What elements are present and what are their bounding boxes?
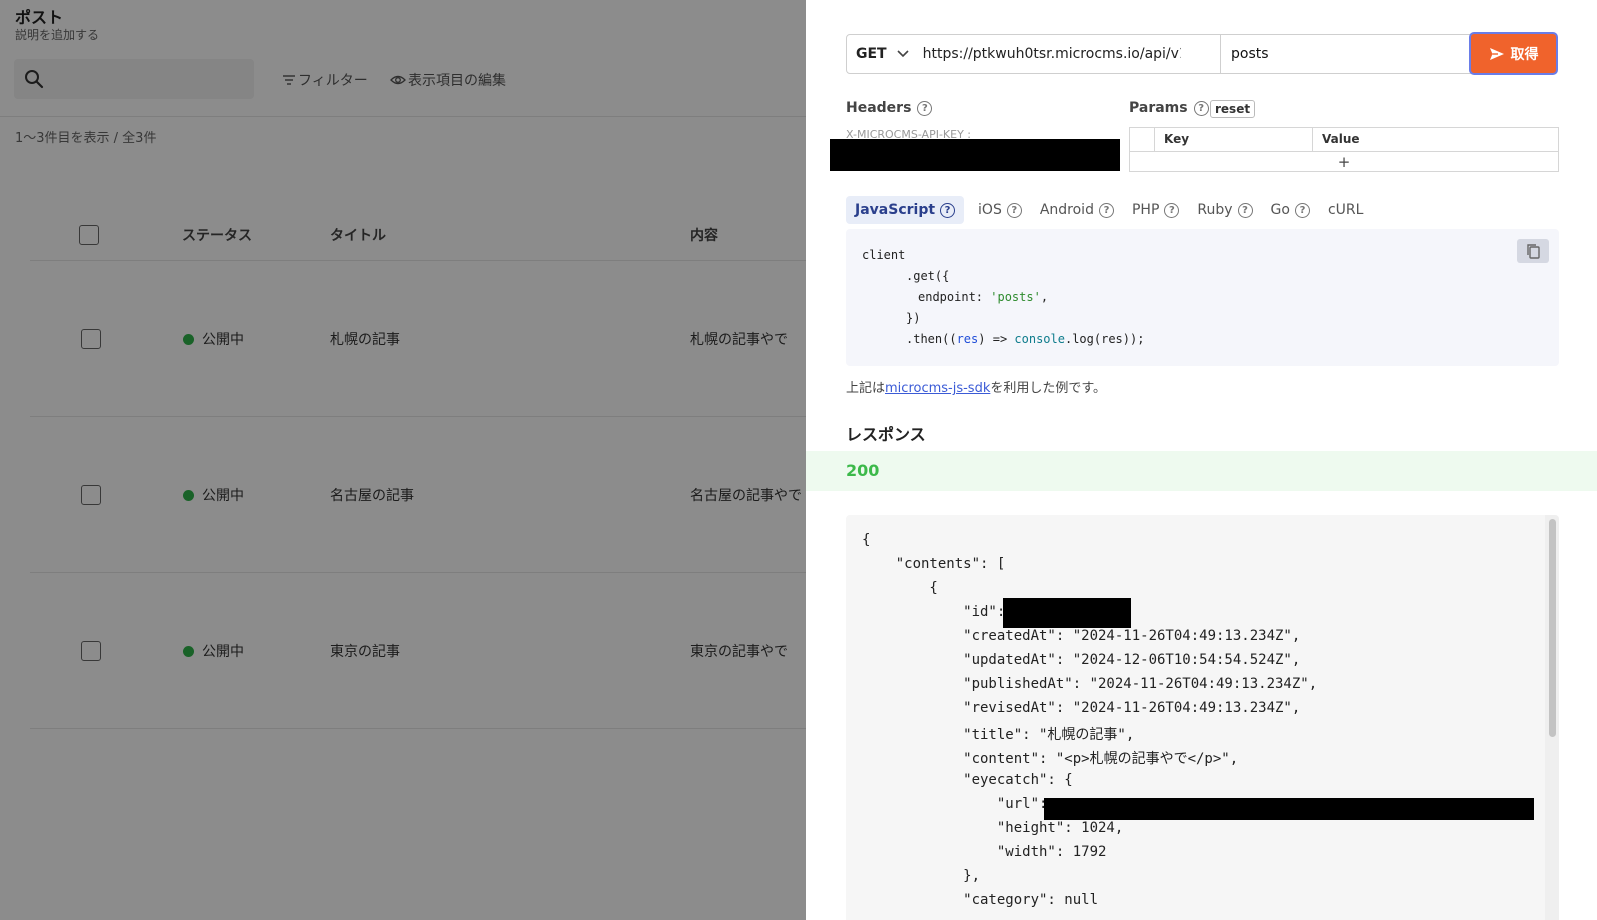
tab-label: Ruby [1197, 202, 1233, 218]
params-key-header: Key [1164, 132, 1190, 146]
tab-go[interactable]: Go ? [1271, 202, 1310, 218]
code-token: .log(res)); [1064, 332, 1145, 346]
sdk-note: 上記はmicrocms-js-sdkを利用した例です。 [846, 377, 1106, 396]
params-value-header: Value [1322, 132, 1360, 146]
code-token: endpoint: [918, 290, 991, 304]
response-line: "id": [862, 604, 1014, 620]
tab-label: PHP [1131, 202, 1160, 218]
endpoint-value: posts [1231, 46, 1269, 62]
request-bar: GET https://ptkwuh0tsr.microcms.io/api/v… [846, 34, 1504, 74]
tab-label: cURL [1327, 202, 1364, 218]
code-builtin: console [1014, 332, 1065, 346]
send-request-button[interactable]: 取得 [1469, 32, 1558, 75]
tab-label: Android [1039, 202, 1094, 218]
response-line: "width": 1792 [862, 844, 1107, 860]
help-icon[interactable]: ? [1294, 202, 1310, 218]
response-line: "category": null [862, 892, 1099, 908]
code-string: 'posts' [990, 290, 1041, 304]
method-select[interactable]: GET [847, 35, 921, 73]
help-icon[interactable]: ? [1237, 202, 1253, 218]
code-token: ) => [978, 332, 1015, 346]
code-sample: client .get({ endpoint: 'posts', }) .the… [846, 229, 1559, 366]
params-table: Key Value + [1129, 127, 1559, 172]
headers-section-title: Headers ? [846, 100, 933, 116]
divider [1312, 128, 1313, 151]
copy-icon [1527, 244, 1540, 259]
sdk-note-prefix: 上記は [846, 381, 886, 396]
response-line: "content": "<p>札幌の記事やで</p>", [862, 751, 1239, 767]
tab-javascript[interactable]: JavaScript ? [846, 196, 965, 224]
code-token: .then(( [906, 332, 957, 346]
endpoint-select[interactable]: posts [1220, 34, 1504, 74]
api-preview-panel: GET https://ptkwuh0tsr.microcms.io/api/v… [806, 0, 1597, 920]
response-line: "updatedAt": "2024-12-06T10:54:54.524Z", [862, 652, 1301, 668]
code-param: res [956, 332, 979, 346]
send-label: 取得 [1510, 46, 1539, 63]
params-label: Params [1129, 100, 1188, 116]
response-line: { [862, 580, 938, 596]
scrollbar[interactable] [1545, 515, 1559, 920]
redacted-api-key [830, 139, 1120, 171]
send-icon [1489, 47, 1504, 60]
chevron-down-icon [897, 50, 909, 58]
tab-ios[interactable]: iOS ? [978, 202, 1022, 218]
headers-label: Headers [846, 100, 912, 116]
help-icon[interactable]: ? [1193, 100, 1209, 116]
response-line: "revisedAt": "2024-11-26T04:49:13.234Z", [862, 700, 1301, 716]
sdk-link[interactable]: microcms-js-sdk [885, 381, 990, 396]
response-line: "height": 1024, [862, 820, 1124, 836]
redacted-id [1003, 598, 1131, 628]
response-line: "contents": [ [862, 556, 1006, 572]
redacted-url [1044, 798, 1534, 820]
code-line: endpoint: 'posts', [918, 290, 1048, 304]
status-code: 200 [846, 461, 880, 480]
response-line: "publishedAt": "2024-11-26T04:49:13.234Z… [862, 676, 1318, 692]
help-icon[interactable]: ? [1098, 202, 1114, 218]
help-icon[interactable]: ? [1006, 202, 1022, 218]
help-icon[interactable]: ? [1164, 202, 1180, 218]
add-param-button[interactable]: + [1130, 152, 1558, 172]
response-line: }, [862, 868, 981, 884]
reset-params-button[interactable]: reset [1210, 100, 1256, 118]
response-line: "createdAt": "2024-11-26T04:49:13.234Z", [862, 628, 1301, 644]
response-line: "eyecatch": { [862, 772, 1073, 788]
response-title: レスポンス [846, 425, 926, 444]
code-line: }) [906, 311, 921, 325]
tab-curl[interactable]: cURL [1328, 202, 1363, 218]
code-token: , [1040, 290, 1049, 304]
response-line: "title": "札幌の記事", [862, 727, 1135, 743]
divider [1154, 128, 1155, 151]
code-line: client [862, 248, 906, 262]
code-line: .then((res) => console.log(res)); [906, 332, 1144, 346]
language-tabs: JavaScript ? iOS ? Android ? PHP ? Ruby … [846, 196, 1381, 224]
response-body[interactable]: { "contents": [ { "id": "createdAt": "20… [846, 515, 1559, 920]
response-line: { [862, 532, 871, 548]
tab-php[interactable]: PHP ? [1131, 202, 1180, 218]
tab-android[interactable]: Android ? [1040, 202, 1114, 218]
tab-label: Go [1270, 202, 1290, 218]
help-icon[interactable]: ? [940, 202, 956, 218]
status-bar: 200 [806, 451, 1597, 491]
help-icon[interactable]: ? [917, 100, 933, 116]
tab-ruby[interactable]: Ruby ? [1197, 202, 1253, 218]
code-line: .get({ [906, 269, 950, 283]
copy-code-button[interactable] [1517, 239, 1549, 263]
sdk-note-suffix: を利用した例です。 [990, 381, 1107, 396]
modal-backdrop[interactable] [0, 0, 806, 920]
response-line: "url": [862, 796, 1056, 812]
base-url: https://ptkwuh0tsr.microcms.io/api/v1/ [922, 46, 1181, 62]
method-label: GET [856, 46, 887, 62]
tab-label: iOS [978, 202, 1002, 218]
tab-label: JavaScript [855, 202, 936, 218]
scrollbar-thumb[interactable] [1549, 519, 1556, 737]
params-section-title: Params ? [1129, 100, 1209, 116]
